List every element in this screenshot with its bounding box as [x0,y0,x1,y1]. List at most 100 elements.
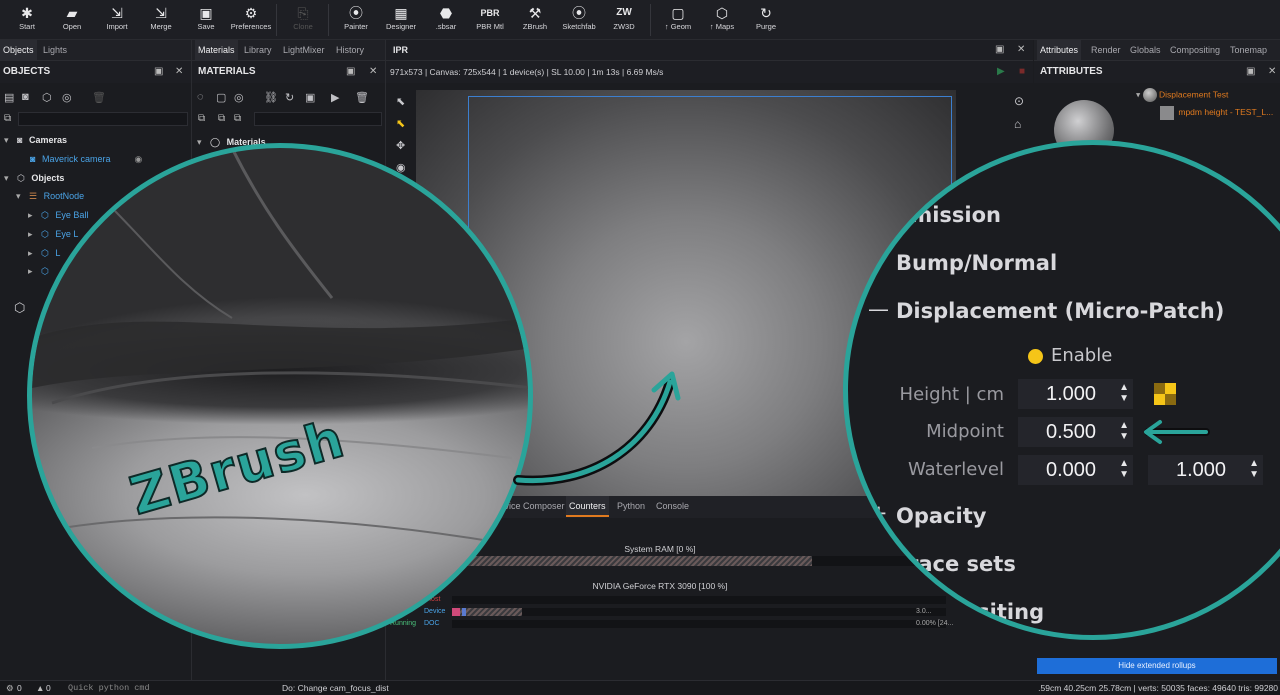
refresh-icon[interactable]: ↻ [285,91,294,104]
section-displacement[interactable]: Displacement (Micro-Patch) [896,299,1224,323]
float-panel-icon[interactable]: ▣ [995,44,1004,55]
waterlevel-max-field[interactable]: 1.000 ▲ ▼ [1148,455,1263,485]
link-icon[interactable]: ⛓ [264,91,278,104]
tab-lights[interactable]: Lights [40,40,70,61]
error-count: 0 [46,683,51,693]
float-panel-icon[interactable]: ▣ [154,61,163,83]
play-render-icon[interactable]: ▶ [997,66,1005,77]
tree-item-cameras[interactable]: ▾ ◙ Cameras [4,131,67,149]
copy-icon[interactable]: ⧉ [4,113,11,124]
tab-library[interactable]: Library [241,40,275,61]
tab-lightmixer[interactable]: LightMixer [280,40,328,61]
spinner-icon[interactable]: ▲ ▼ [1119,420,1129,442]
save-button[interactable]: ▣ Save [183,2,229,38]
python-cmd-input[interactable]: Quick python cmd [68,681,150,695]
home-icon[interactable]: ⌂ [1014,117,1021,131]
tab-tonemap[interactable]: Tonemap [1227,40,1270,61]
hide-extended-rollups-button[interactable]: Hide extended rollups [1037,658,1277,674]
stop-render-icon[interactable]: ■ [1019,66,1025,77]
midpoint-field[interactable]: 0.500 ▲ ▼ [1018,417,1133,447]
materials-search-input[interactable] [254,112,382,126]
render-info-bar: 971x573 | Canvas: 725x544 | 1 device(s) … [386,61,1033,83]
texture-map-icon[interactable] [1154,383,1176,405]
close-icon[interactable]: ✕ [1017,44,1025,55]
purge-button[interactable]: ↻ Purge [743,2,789,38]
enable-checkbox[interactable]: Enable [1028,345,1112,366]
start-button[interactable]: ✱ Start [4,2,50,38]
select-tool-icon[interactable]: ⬉ [396,95,405,108]
maps-button[interactable]: ⬡ ↑ Maps [699,2,745,38]
designer-button[interactable]: ▦ Designer [378,2,424,38]
hexagon-icon: ⬡ [14,300,26,315]
tab-python[interactable]: Python [614,496,648,517]
expand-icon[interactable]: + [870,501,888,525]
circle-select-icon[interactable]: ◌ [197,91,204,103]
rect-select-icon[interactable]: ▢ [216,91,226,104]
purge-icon: ↻ [760,5,772,21]
enable-indicator-icon [1028,348,1043,364]
painter-button[interactable]: ⦿ Painter [333,2,379,38]
paste-icon[interactable]: ⧉ [218,113,225,124]
preferences-button[interactable]: ⚙ Preferences [228,2,274,38]
close-icon[interactable]: ✕ [1268,61,1276,83]
spinner-icon[interactable]: ▲ ▼ [1119,382,1129,404]
tab-history[interactable]: History [333,40,367,61]
tab-objects[interactable]: Objects [0,40,37,61]
close-icon[interactable]: ✕ [369,61,377,83]
float-panel-icon[interactable]: ▣ [346,61,355,83]
open-button[interactable]: ▰ Open [49,2,95,38]
cube-add-icon[interactable]: ⬡ [42,91,52,104]
error-icon: ▲ [36,683,45,693]
copy-icon[interactable]: ⧉ [198,113,205,124]
trash-icon[interactable]: 🗑 [92,91,106,104]
camera-add-icon[interactable]: ◙ [22,91,29,103]
tab-compositing[interactable]: Compositing [1167,40,1223,61]
duplicate-icon[interactable]: ⧉ [234,113,241,124]
sphere-add-icon[interactable]: ◎ [62,91,72,104]
play-icon[interactable]: ▶ [331,91,339,104]
trash-icon[interactable]: 🗑 [355,91,369,104]
objects-search-input[interactable] [18,112,188,126]
import-button[interactable]: ⇲ Import [94,2,140,38]
collapse-icon[interactable]: — [868,297,889,321]
spinner-icon[interactable]: ▲ ▼ [1119,458,1129,480]
section-bump-normal[interactable]: Bump/Normal [896,251,1057,275]
render-info-text: 971x573 | Canvas: 725x544 | 1 device(s) … [390,67,664,77]
waterlevel-min-field[interactable]: 0.000 ▲ ▼ [1018,455,1133,485]
float-panel-icon[interactable]: ▣ [1246,61,1255,83]
pbr-mtl-button[interactable]: PBR PBR Mtl [467,2,513,38]
material-tree-root[interactable]: ▾ Displacement Test [1136,88,1228,102]
section-opacity[interactable]: Opacity [896,504,986,528]
tab-materials[interactable]: Materials [195,40,238,61]
pick-tool-icon[interactable]: ⬉ [396,117,405,130]
pbr-icon: PBR [480,8,500,18]
lasso-icon[interactable]: ◎ [234,91,244,104]
save-icon[interactable]: ▣ [305,91,315,104]
viewport-tabbar: IPR ▣ ✕ [386,40,1033,61]
tab-globals[interactable]: Globals [1127,40,1164,61]
tab-counters[interactable]: Counters [566,496,609,517]
tab-render[interactable]: Render [1088,40,1124,61]
sketchfab-button[interactable]: ⦿ Sketchfab [556,2,602,38]
material-tree-map[interactable]: mpdm height - TEST_L... [1160,106,1273,120]
close-icon[interactable]: ✕ [175,61,183,83]
spinner-icon[interactable]: ▲ ▼ [1249,458,1259,480]
attributes-panel-header: ATTRIBUTES ▣ ✕ [1034,61,1280,83]
merge-button[interactable]: ⇲ Merge [138,2,184,38]
zw3d-button[interactable]: ZW ZW3D [601,2,647,38]
section-compositing[interactable]: Compositing [896,600,1044,624]
tab-console[interactable]: Console [653,496,692,517]
layers-icon[interactable]: ▤ [4,91,14,104]
start-icon: ✱ [21,5,33,21]
sphere-icon: ◯ [210,137,221,147]
clone-button[interactable]: ⎘ Clone [280,2,326,38]
sbsar-button[interactable]: ⬣ .sbsar [423,2,469,38]
height-field[interactable]: 1.000 ▲ ▼ [1018,379,1133,409]
geom-button[interactable]: ▢ ↑ Geom [655,2,701,38]
section-trace-sets[interactable]: Trace sets [896,552,1016,576]
target-icon[interactable]: ⊙ [1014,94,1024,108]
section-emission[interactable]: Emission [896,203,1001,227]
zbrush-button[interactable]: ⚒ ZBrush [512,2,558,38]
material-sphere-icon [1142,88,1157,102]
tab-attributes[interactable]: Attributes [1037,40,1082,61]
